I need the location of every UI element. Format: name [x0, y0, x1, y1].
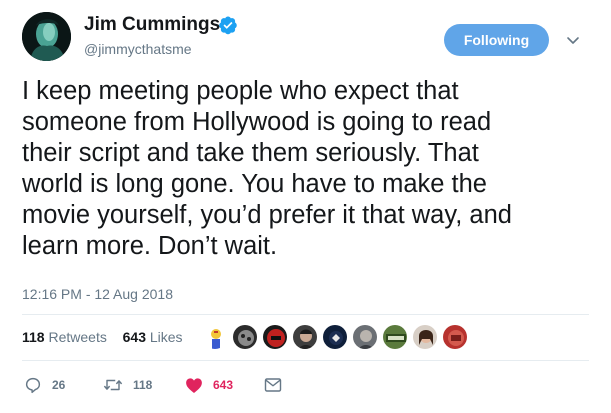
verified-badge-icon — [219, 16, 237, 35]
retweets-stat[interactable]: 118 Retweets — [22, 329, 111, 345]
liker-avatar[interactable] — [352, 324, 378, 350]
liker-avatars — [202, 324, 472, 350]
heart-icon — [186, 377, 202, 393]
like-count: 643 — [213, 378, 234, 392]
liker-avatar[interactable] — [262, 324, 288, 350]
following-button[interactable]: Following — [444, 24, 549, 56]
tweet-stats: 118 Retweets 643 Likes — [22, 329, 183, 345]
retweets-count: 118 — [22, 329, 45, 345]
divider — [22, 314, 589, 315]
retweet-action[interactable]: 118 — [103, 376, 152, 394]
timestamp[interactable]: 12:16 PM - 12 Aug 2018 — [22, 286, 173, 302]
liker-avatar[interactable] — [232, 324, 258, 350]
liker-avatar[interactable] — [202, 324, 228, 350]
handle[interactable]: @jimmycthatsme — [84, 41, 192, 57]
display-name[interactable]: Jim Cummings — [84, 14, 220, 36]
retweet-icon — [103, 379, 123, 391]
avatar[interactable] — [22, 12, 71, 61]
liker-avatar[interactable] — [322, 324, 348, 350]
likes-label: Likes — [149, 329, 183, 345]
liker-avatar[interactable] — [412, 324, 438, 350]
profile-photo — [22, 12, 71, 61]
likes-stat[interactable]: 643 Likes — [123, 329, 183, 345]
tweet-card: Jim Cummings @jimmycthatsme Following I … — [0, 0, 611, 413]
retweet-count: 118 — [133, 378, 153, 392]
reply-icon — [25, 377, 41, 394]
like-action[interactable]: 643 — [185, 376, 233, 394]
divider — [22, 360, 589, 361]
liker-avatar[interactable] — [382, 324, 408, 350]
reply-action[interactable]: 26 — [24, 376, 65, 394]
likes-count: 643 — [122, 329, 146, 345]
envelope-icon — [264, 378, 282, 392]
direct-message-action[interactable] — [264, 376, 282, 394]
retweets-label: Retweets — [48, 329, 107, 345]
chevron-down-icon[interactable] — [565, 32, 581, 48]
liker-avatar[interactable] — [442, 324, 468, 350]
liker-avatar[interactable] — [292, 324, 318, 350]
reply-count: 26 — [52, 378, 66, 392]
tweet-text: I keep meeting people who expect that so… — [22, 77, 512, 260]
